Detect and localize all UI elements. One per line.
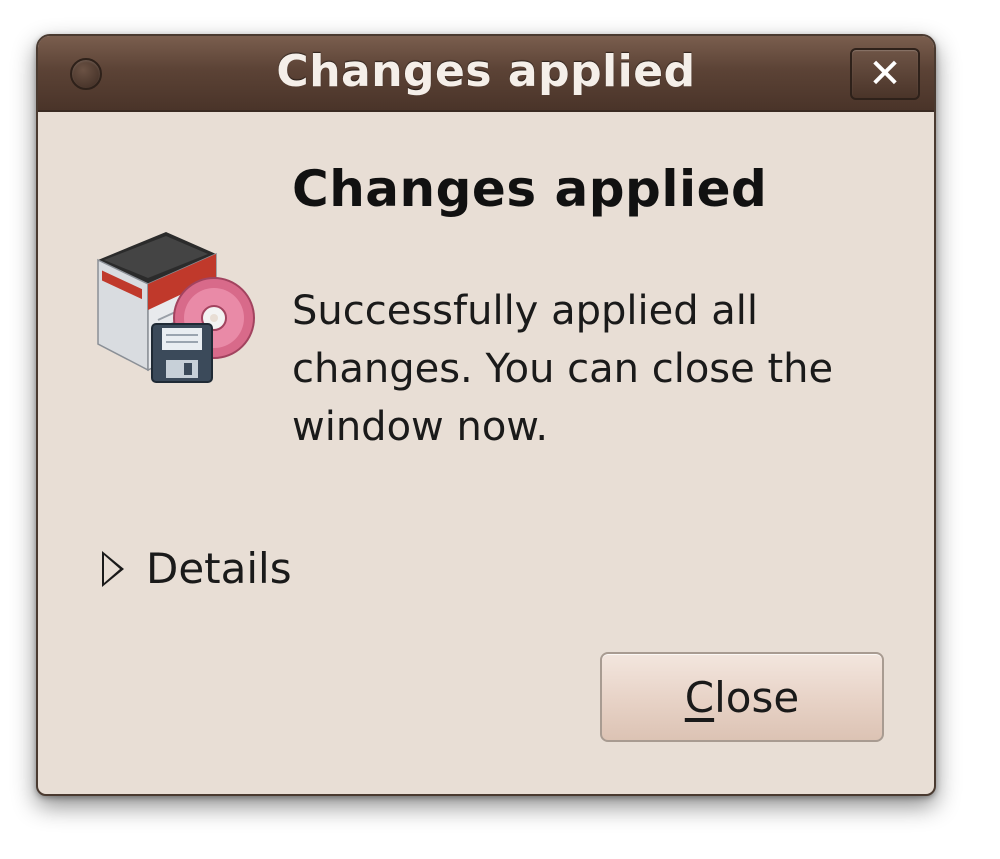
titlebar[interactable]: Changes applied ✕	[38, 36, 934, 112]
window-title: Changes applied	[276, 46, 696, 97]
changes-applied-dialog: Changes applied ✕ Changes applied Succes…	[36, 34, 936, 796]
details-expander[interactable]: Details	[102, 544, 292, 593]
expander-arrow-icon	[102, 550, 124, 587]
close-button[interactable]: Close	[600, 652, 884, 742]
close-icon: ✕	[868, 51, 902, 97]
close-button-label: lose	[714, 672, 800, 722]
package-installer-icon	[97, 232, 255, 383]
details-label: Details	[146, 544, 292, 593]
close-button-mnemonic: C	[684, 672, 715, 722]
dialog-heading: Changes applied	[292, 160, 768, 218]
dialog-message: Successfully applied all changes. You ca…	[292, 288, 834, 450]
window-close-button[interactable]: ✕	[850, 48, 920, 100]
dialog-content: Changes applied Successfully applied all…	[38, 112, 934, 794]
